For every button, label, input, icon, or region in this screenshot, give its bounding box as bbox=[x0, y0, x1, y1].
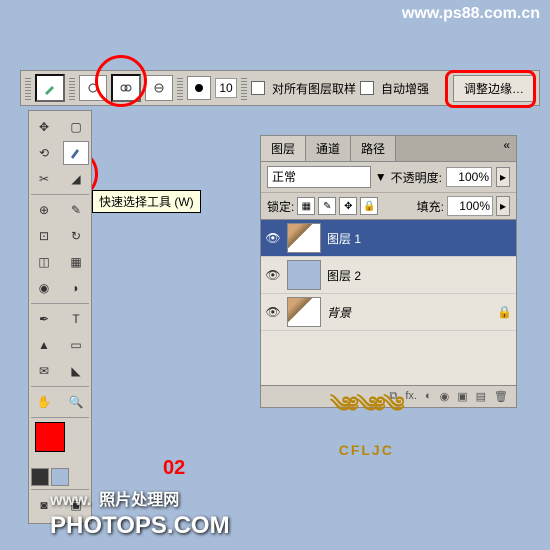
notes-tool-icon[interactable]: ✉ bbox=[31, 359, 57, 383]
layer-row[interactable]: 👁 图层 1 bbox=[261, 220, 516, 257]
marquee-tool-icon[interactable]: ▢ bbox=[63, 115, 89, 139]
lasso-tool-icon[interactable]: ⟲ bbox=[31, 141, 57, 165]
add-selection-icon[interactable] bbox=[111, 74, 141, 102]
new-layer-icon[interactable]: ▤ bbox=[476, 390, 486, 403]
visibility-icon[interactable]: 👁 bbox=[265, 268, 281, 282]
fill-flyout-icon[interactable]: ▸ bbox=[496, 196, 510, 216]
lock-move-icon[interactable]: ✥ bbox=[339, 197, 357, 215]
eraser-tool-icon[interactable]: ◫ bbox=[31, 250, 57, 274]
lock-paint-icon[interactable]: ✎ bbox=[318, 197, 336, 215]
sample-all-label: 对所有图层取样 bbox=[272, 80, 356, 97]
footer-watermark: www.照片处理网 PHOTOPS.COM bbox=[50, 484, 230, 540]
lock-trans-icon[interactable]: ▦ bbox=[297, 197, 315, 215]
layer-row[interactable]: 👁 背景 🔒 bbox=[261, 294, 516, 331]
watermark-url: www.ps88.com.cn bbox=[402, 5, 540, 23]
lock-label: 锁定: bbox=[267, 198, 294, 215]
move-tool-icon[interactable]: ✥ bbox=[31, 115, 57, 139]
layer-name[interactable]: 图层 1 bbox=[327, 230, 361, 247]
mask-icon[interactable]: ◐ bbox=[425, 390, 432, 403]
shape-tool-icon[interactable]: ▭ bbox=[63, 333, 89, 357]
brush-size-input[interactable]: 10 bbox=[215, 78, 237, 98]
fg-color[interactable] bbox=[35, 422, 65, 452]
layers-panel: 图层 通道 路径 « 正常 ▼ 不透明度: 100% ▸ 锁定: ▦ ✎ ✥ 🔒… bbox=[260, 135, 517, 408]
panel-tabs: 图层 通道 路径 « bbox=[261, 136, 516, 162]
sample-all-checkbox[interactable] bbox=[251, 81, 265, 95]
opacity-input[interactable]: 100% bbox=[446, 167, 492, 187]
layer-name[interactable]: 图层 2 bbox=[327, 267, 361, 284]
separator bbox=[177, 76, 183, 100]
refine-edge-button[interactable]: 调整边缘… bbox=[453, 75, 535, 102]
logo-watermark: ༄༅༄༅༄ CFLJC bbox=[330, 380, 403, 458]
panel-menu-icon[interactable]: « bbox=[497, 136, 516, 161]
lock-all-icon[interactable]: 🔒 bbox=[360, 197, 378, 215]
new-selection-icon[interactable] bbox=[79, 75, 107, 101]
auto-enhance-checkbox[interactable] bbox=[360, 81, 374, 95]
layer-thumb[interactable] bbox=[287, 297, 321, 327]
blur-tool-icon[interactable]: ◉ bbox=[31, 276, 57, 300]
mini-swatch[interactable] bbox=[31, 468, 49, 486]
delete-icon[interactable]: 🗑 bbox=[494, 390, 508, 403]
eyedrop-icon[interactable]: ◣ bbox=[63, 359, 89, 383]
separator bbox=[241, 76, 247, 100]
tooltip: 快速选择工具 (W) bbox=[92, 190, 201, 213]
layer-thumb[interactable] bbox=[287, 223, 321, 253]
tab-layers[interactable]: 图层 bbox=[261, 136, 306, 161]
brush-preview[interactable] bbox=[187, 76, 211, 100]
quick-select-tool-icon[interactable] bbox=[63, 141, 89, 165]
step-number: 02 bbox=[163, 457, 185, 480]
layer-name[interactable]: 背景 bbox=[327, 304, 351, 321]
stamp-tool-icon[interactable]: ⊡ bbox=[31, 224, 57, 248]
fx-icon[interactable]: fx. bbox=[405, 390, 417, 403]
lock-icon: 🔒 bbox=[497, 305, 512, 319]
visibility-icon[interactable]: 👁 bbox=[265, 305, 281, 319]
tool-preset-swatch[interactable] bbox=[35, 74, 65, 102]
color-swatches[interactable] bbox=[31, 422, 89, 464]
layer-row[interactable]: 👁 图层 2 bbox=[261, 257, 516, 294]
eyedropper-tool-icon[interactable]: ◢ bbox=[63, 167, 89, 191]
zoom-tool-icon[interactable]: 🔍 bbox=[63, 390, 89, 414]
tab-paths[interactable]: 路径 bbox=[351, 136, 396, 161]
layer-thumb[interactable] bbox=[287, 260, 321, 290]
opacity-flyout-icon[interactable]: ▸ bbox=[496, 167, 510, 187]
pen-tool-icon[interactable]: ✒ bbox=[31, 307, 57, 331]
fill-input[interactable]: 100% bbox=[447, 196, 493, 216]
options-bar: 10 对所有图层取样 自动增强 调整边缘… bbox=[20, 70, 540, 106]
dodge-tool-icon[interactable]: ◗ bbox=[63, 276, 89, 300]
hand-tool-icon[interactable]: ✋ bbox=[31, 390, 57, 414]
path-select-icon[interactable]: ▲ bbox=[31, 333, 57, 357]
heal-tool-icon[interactable]: ⊕ bbox=[31, 198, 57, 222]
adjustment-icon[interactable]: ◉ bbox=[440, 390, 450, 403]
opacity-label: 不透明度: bbox=[391, 169, 442, 186]
gradient-tool-icon[interactable]: ▦ bbox=[63, 250, 89, 274]
grip-icon[interactable] bbox=[25, 76, 31, 100]
brush-tool-icon[interactable]: ✎ bbox=[63, 198, 89, 222]
blend-mode-select[interactable]: 正常 bbox=[267, 166, 371, 188]
toolbox: ✥▢ ⟲ ✂◢ ⊕✎ ⊡↻ ◫▦ ◉◗ ✒T ▲▭ ✉◣ ✋🔍 ◙▣ bbox=[28, 110, 92, 524]
crop-tool-icon[interactable]: ✂ bbox=[31, 167, 57, 191]
separator bbox=[69, 76, 75, 100]
type-tool-icon[interactable]: T bbox=[63, 307, 89, 331]
auto-enhance-label: 自动增强 bbox=[381, 80, 429, 97]
subtract-selection-icon[interactable] bbox=[145, 75, 173, 101]
tab-channels[interactable]: 通道 bbox=[306, 136, 351, 161]
layer-list: 👁 图层 1 👁 图层 2 👁 背景 🔒 bbox=[261, 220, 516, 385]
history-brush-icon[interactable]: ↻ bbox=[63, 224, 89, 248]
folder-icon[interactable]: ▣ bbox=[457, 390, 467, 403]
visibility-icon[interactable]: 👁 bbox=[265, 231, 281, 245]
fill-label: 填充: bbox=[417, 198, 444, 215]
